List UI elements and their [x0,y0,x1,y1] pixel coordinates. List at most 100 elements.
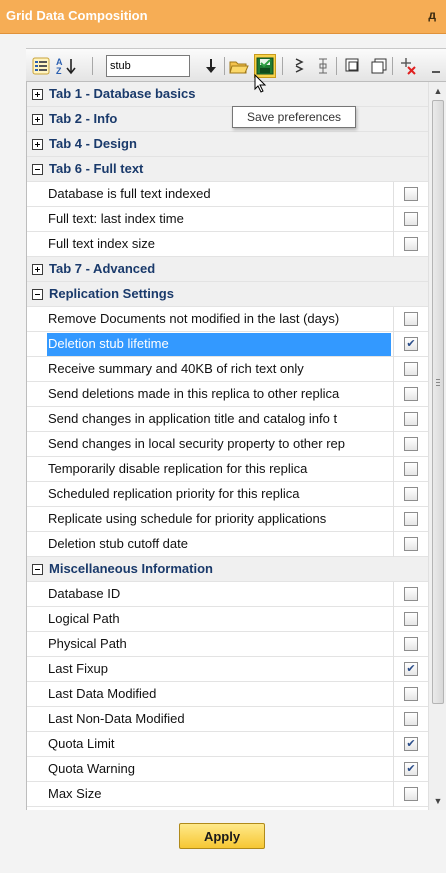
property-checkbox[interactable]: ✔ [404,762,418,776]
vertical-scrollbar[interactable]: ▲ ▼ [428,82,446,810]
property-row[interactable]: Remove Documents not modified in the las… [27,307,429,332]
property-name: Scheduled replication priority for this … [48,486,300,501]
expand-icon[interactable] [32,114,43,125]
property-checkbox[interactable] [404,312,418,326]
copy-window-icon[interactable] [342,54,364,78]
column-divider [393,207,394,232]
category-row[interactable]: Tab 4 - Design [27,132,429,157]
category-row[interactable]: Miscellaneous Information [27,557,429,582]
scroll-down-icon[interactable]: ▼ [429,792,446,810]
property-row[interactable]: Max Size [27,782,429,807]
toolbar-overflow-icon[interactable] [428,54,444,78]
property-row[interactable]: Database is full text indexed [27,182,429,207]
property-checkbox[interactable]: ✔ [404,737,418,751]
expand-all-icon[interactable] [288,54,310,78]
collapse-icon[interactable] [32,164,43,175]
collapse-icon[interactable] [32,564,43,575]
property-checkbox[interactable]: ✔ [404,337,418,351]
expand-icon[interactable] [32,89,43,100]
property-row[interactable]: Deletion stub cutoff date [27,532,429,557]
property-checkbox[interactable] [404,612,418,626]
property-name: Last Data Modified [48,686,157,701]
property-row[interactable]: Last Data Modified [27,682,429,707]
property-checkbox[interactable] [404,437,418,451]
filter-down-icon[interactable] [200,54,222,78]
panel-title: Grid Data Composition [6,8,148,23]
property-checkbox[interactable] [404,712,418,726]
property-checkbox[interactable] [404,687,418,701]
property-name: Replicate using schedule for priority ap… [48,511,327,526]
property-row[interactable]: Quota Limit ✔ [27,732,429,757]
property-name: Send deletions made in this replica to o… [48,386,340,401]
collapse-icon[interactable] [32,289,43,300]
category-label: Tab 1 - Database basics [49,86,196,101]
property-name: Quota Limit [48,736,115,751]
property-grid: Tab 1 - Database basics Tab 2 - Info Tab 4… [26,82,446,810]
property-name: Database is full text indexed [48,186,211,201]
clear-filter-icon[interactable] [398,54,420,78]
property-row[interactable]: Scheduled replication priority for this … [27,482,429,507]
mouse-pointer-icon [254,73,268,97]
column-divider [393,582,394,607]
property-checkbox[interactable] [404,587,418,601]
property-row[interactable]: Send deletions made in this replica to o… [27,382,429,407]
categorized-view-icon[interactable] [30,54,52,78]
property-row[interactable]: Receive summary and 40KB of rich text on… [27,357,429,382]
property-checkbox[interactable]: ✔ [404,662,418,676]
property-checkbox[interactable] [404,237,418,251]
sort-alphabetical-icon[interactable]: A Z [54,54,86,78]
property-row[interactable]: Deletion stub lifetime ✔ [27,332,429,357]
column-divider [393,357,394,382]
property-checkbox[interactable] [404,387,418,401]
property-row[interactable]: Last Non-Data Modified [27,707,429,732]
scroll-up-icon[interactable]: ▲ [429,82,446,100]
property-checkbox[interactable] [404,537,418,551]
scrollbar-thumb[interactable] [432,100,444,704]
new-window-icon[interactable] [368,54,390,78]
property-row[interactable]: Quota Warning ✔ [27,757,429,782]
collapse-all-icon[interactable] [312,54,334,78]
category-label: Tab 7 - Advanced [49,261,156,276]
property-row[interactable]: Send changes in application title and ca… [27,407,429,432]
property-checkbox[interactable] [404,487,418,501]
property-row[interactable]: Database ID [27,582,429,607]
property-checkbox[interactable] [404,187,418,201]
property-row[interactable]: Logical Path [27,607,429,632]
open-folder-icon[interactable] [228,54,250,78]
property-checkbox[interactable] [404,637,418,651]
property-checkbox[interactable] [404,412,418,426]
property-row[interactable]: Full text index size [27,232,429,257]
property-row[interactable]: Temporarily disable replication for this… [27,457,429,482]
column-divider [393,507,394,532]
property-row[interactable]: Replicate using schedule for priority ap… [27,507,429,532]
category-row[interactable]: Replication Settings [27,282,429,307]
grip-icon [436,385,440,386]
property-row[interactable]: Last Fixup ✔ [27,657,429,682]
category-label: Tab 4 - Design [49,136,137,151]
property-checkbox[interactable] [404,362,418,376]
pin-icon[interactable]: д [428,8,436,22]
save-preferences-tooltip: Save preferences [232,106,356,128]
property-checkbox[interactable] [404,512,418,526]
property-row[interactable]: Send changes in local security property … [27,432,429,457]
apply-button[interactable]: Apply [179,823,265,849]
category-row[interactable]: Tab 1 - Database basics [27,82,429,107]
expand-icon[interactable] [32,264,43,275]
panel-titlebar: Grid Data Composition д [0,0,446,34]
category-row[interactable]: Tab 7 - Advanced [27,257,429,282]
property-checkbox[interactable] [404,787,418,801]
property-name: Temporarily disable replication for this… [48,461,308,476]
property-name: Receive summary and 40KB of rich text on… [48,361,304,376]
property-row[interactable]: Full text: last index time [27,207,429,232]
property-checkbox[interactable] [404,462,418,476]
property-checkbox[interactable] [404,212,418,226]
property-name: Deletion stub cutoff date [48,536,188,551]
expand-icon[interactable] [32,139,43,150]
category-row[interactable]: Tab 2 - Info [27,107,429,132]
grip-icon [436,382,440,383]
property-row[interactable]: Physical Path [27,632,429,657]
category-label: Tab 2 - Info [49,111,118,126]
category-row[interactable]: Tab 6 - Full text [27,157,429,182]
column-divider [393,657,394,682]
search-input[interactable] [106,55,190,77]
